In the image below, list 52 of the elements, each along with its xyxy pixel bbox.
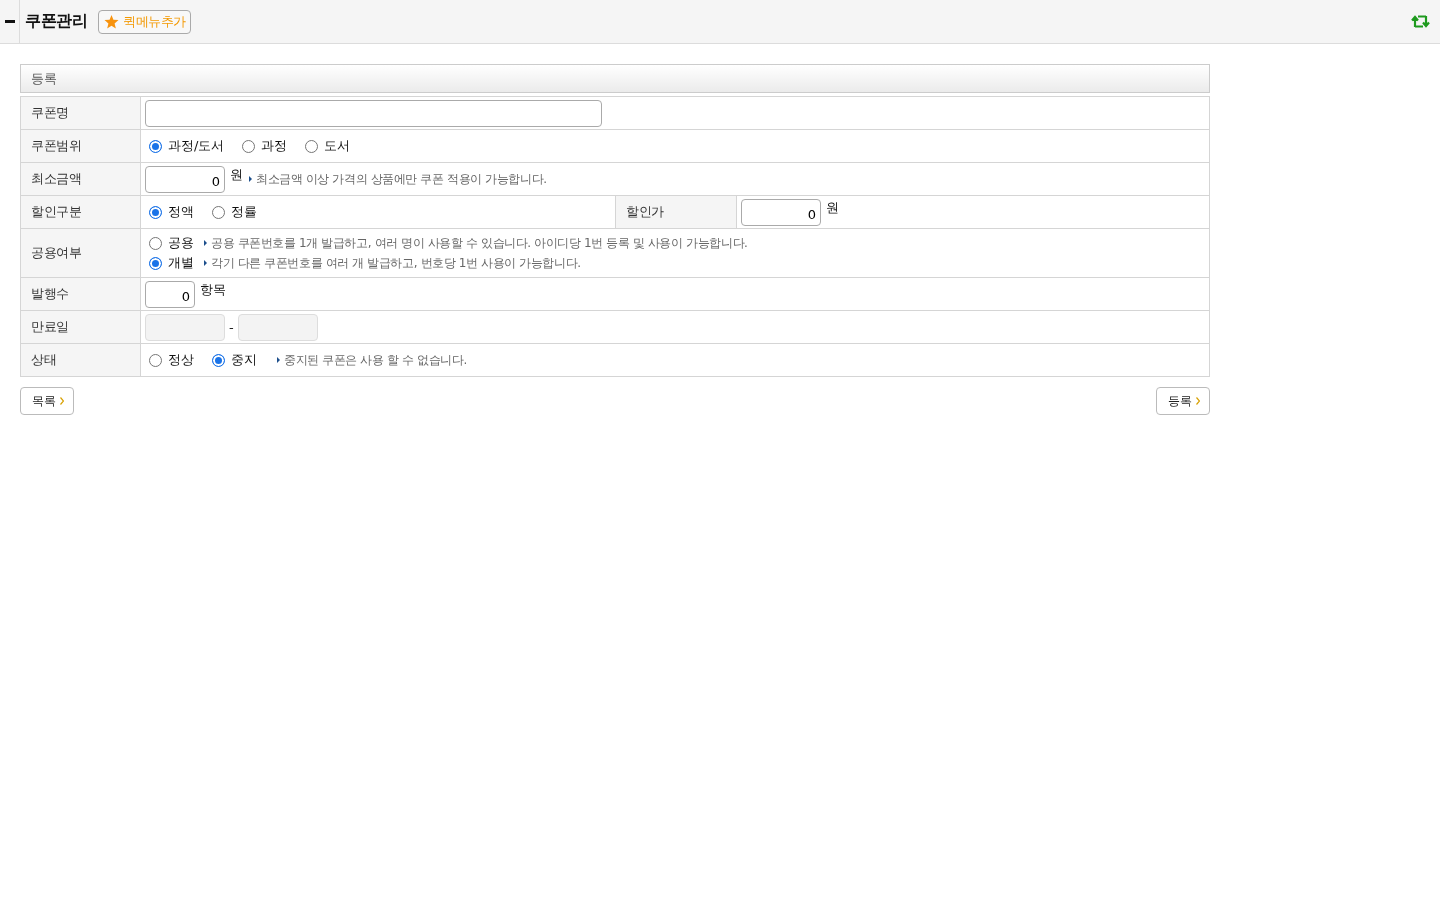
page-title: 쿠폰관리 bbox=[25, 11, 87, 32]
field-label: 최소금액 bbox=[20, 162, 141, 196]
refresh-icon[interactable] bbox=[1411, 15, 1430, 28]
number-field[interactable]: 0 bbox=[145, 280, 195, 308]
field-label: 상태 bbox=[20, 343, 141, 377]
radio-label[interactable]: 정액 bbox=[168, 203, 194, 221]
register-button[interactable]: 등록 bbox=[1156, 387, 1210, 415]
section-title: 등록 bbox=[31, 69, 57, 88]
field-label: 발행수 bbox=[20, 277, 141, 311]
radio-button[interactable] bbox=[305, 139, 319, 153]
chevron-icon bbox=[1196, 397, 1200, 405]
coupon-name-field[interactable] bbox=[145, 99, 602, 127]
number-field[interactable]: 0 bbox=[145, 165, 225, 193]
star-icon bbox=[104, 14, 119, 29]
radio-label[interactable]: 중지 bbox=[231, 351, 257, 369]
radio-label[interactable]: 과정 bbox=[261, 137, 288, 155]
triangle-icon bbox=[277, 357, 280, 363]
field-label: 공용여부 bbox=[20, 228, 141, 278]
radio-label[interactable]: 개별 bbox=[168, 254, 194, 272]
chevron-icon bbox=[60, 397, 64, 405]
radio-button[interactable] bbox=[149, 353, 162, 367]
help-text: 각기 다른 쿠폰번호를 여러 개 발급하고, 번호당 1번 사용이 가능합니다. bbox=[211, 254, 581, 272]
radio-label[interactable]: 도서 bbox=[324, 137, 351, 155]
field-label: 할인구분 bbox=[20, 195, 141, 229]
list-button[interactable]: 목록 bbox=[20, 387, 74, 415]
radio-button[interactable] bbox=[242, 139, 256, 153]
radio-label[interactable]: 정률 bbox=[231, 203, 257, 221]
radio-label[interactable]: 공용 bbox=[168, 234, 194, 252]
radio-button[interactable] bbox=[149, 236, 162, 250]
field-label: 쿠폰범위 bbox=[20, 129, 141, 163]
radio-label[interactable]: 과정/도서 bbox=[168, 137, 225, 155]
radio-button[interactable] bbox=[149, 139, 162, 153]
radio-label[interactable]: 정상 bbox=[168, 351, 194, 369]
triangle-icon bbox=[249, 176, 252, 182]
field-label: 할인가 bbox=[615, 195, 737, 229]
radio-button[interactable] bbox=[149, 205, 162, 219]
help-text: 최소금액 이상 가격의 상품에만 쿠폰 적용이 가능합니다. bbox=[256, 170, 547, 188]
unit-label: 원 bbox=[826, 198, 839, 217]
minus-icon[interactable] bbox=[4, 20, 15, 23]
unit-label: 원 bbox=[230, 165, 243, 184]
price-field[interactable]: 0 bbox=[741, 198, 821, 226]
date-separator: - bbox=[229, 319, 234, 335]
triangle-icon bbox=[204, 260, 207, 266]
radio-button[interactable] bbox=[212, 353, 225, 367]
field-label: 쿠폰명 bbox=[20, 96, 141, 130]
help-text: 공용 쿠폰번호를 1개 발급하고, 여러 명이 사용할 수 있습니다. 아이디당 1번 등록 및 사용이 가능합니다. bbox=[211, 234, 748, 252]
field-label: 만료일 bbox=[20, 310, 141, 344]
unit-label: 항목 bbox=[200, 280, 226, 299]
help-text: 중지된 쿠폰은 사용 할 수 없습니다. bbox=[284, 351, 467, 369]
radio-button[interactable] bbox=[149, 256, 162, 270]
triangle-icon bbox=[204, 240, 207, 246]
radio-button[interactable] bbox=[212, 205, 225, 219]
